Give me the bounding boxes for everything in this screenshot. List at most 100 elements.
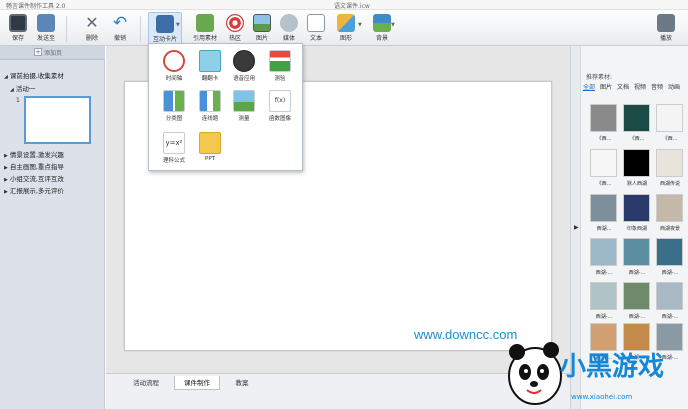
file-title: 语文课件.icw [334,3,370,10]
material-thumbnail[interactable] [623,238,650,266]
tab-courseware[interactable]: 课件制作 [174,376,220,390]
material-tab[interactable]: 视频 [634,82,646,91]
menu-item-ppt[interactable]: PPT [193,132,227,162]
interactive-card-button[interactable]: 互动卡片 [148,12,182,44]
undo-button[interactable]: ↶ 撤销 [106,12,134,44]
cite-material-label: 引用素材 [192,35,217,42]
image-label: 图片 [255,35,268,42]
undo-icon: ↶ [112,13,128,33]
material-panel-title: 推荐素材: [586,74,613,81]
shape-button[interactable]: 图形 [330,12,362,44]
flip-card-icon [199,50,221,72]
material-caption: 西湖-... [595,314,613,320]
collapse-arrow-icon: ▶ [4,165,8,171]
material-caption: 《西... [596,181,612,187]
outline-subitem[interactable]: ◢ 活动一 [10,83,35,93]
material-thumbnail[interactable] [656,194,683,222]
menu-item-label: 理科公式 [162,158,185,164]
outline-item[interactable]: ▶ 情景设置,激发兴趣 [4,149,64,159]
material-thumbnail[interactable] [656,149,683,177]
material-thumbnail[interactable] [590,282,617,310]
outline-item[interactable]: ◢ 课前拍摄,收集素材 [4,70,64,80]
material-tab[interactable]: 图片 [600,82,612,91]
menu-item-classify[interactable]: 分类图 [157,90,191,122]
background-label: 背景 [375,35,388,42]
material-caption: 印象西湖 [626,226,647,232]
menu-item-timeline[interactable]: 时间轴 [157,50,191,82]
material-thumbnail[interactable] [656,282,683,310]
material-thumbnail[interactable] [623,194,650,222]
material-thumbnail[interactable] [590,238,617,266]
page-thumbnail[interactable] [24,96,91,144]
outline-item-label: 课前拍摄,收集素材 [9,72,64,80]
background-button[interactable]: 背景 [366,12,398,44]
menu-item-quiz[interactable]: 测验 [263,50,297,82]
material-tab[interactable]: 音频 [651,82,663,91]
quiz-icon [269,50,291,72]
menu-item-function-graph[interactable]: f(x) 函数图像 [263,90,297,122]
tab-lesson-plan[interactable]: 教案 [224,376,260,390]
play-button[interactable]: 播放 [652,12,680,44]
menu-item-formula[interactable]: y=x² 理科公式 [157,132,191,164]
collapse-arrow-icon: ▶ [4,189,8,195]
add-page-button[interactable]: + 添加页 [0,46,105,60]
toolbar-divider [140,16,141,42]
play-icon [657,14,675,32]
page-number: 1 [16,97,20,104]
material-tab[interactable]: 动画 [668,82,680,91]
material-caption: 默人西湖 [626,181,647,187]
hotspot-button[interactable]: 热区 [221,12,249,44]
delete-button[interactable]: ✕ 删除 [78,12,106,44]
outline-item-label: 小组交流,互评互改 [9,175,64,183]
material-thumbnail[interactable] [623,104,650,132]
chevron-down-icon[interactable]: ▼ [358,22,362,28]
toolbar-divider [66,16,67,42]
material-caption: 西湖传说 [659,181,680,187]
menu-item-flip-card[interactable]: 翻翻卡 [193,50,227,82]
chevron-down-icon[interactable]: ▼ [176,22,180,28]
collapse-arrow-icon: ▶ [4,177,8,183]
watermark-text: www.downcc.com [414,327,518,342]
material-tab[interactable]: 全部 [583,82,595,91]
menu-item-match-lines[interactable]: 连线题 [193,90,227,122]
material-thumbnail[interactable] [656,238,683,266]
shape-label: 图形 [339,35,352,42]
material-thumbnail[interactable] [590,194,617,222]
material-thumbnail[interactable] [590,149,617,177]
match-lines-icon [199,90,221,112]
plus-icon: + [34,48,42,56]
menu-item-measure[interactable]: 测量 [227,90,261,122]
panda-mascot-icon [508,342,562,405]
chevron-down-icon[interactable]: ▼ [391,22,395,28]
menu-item-voice[interactable]: 语音应用 [227,50,261,82]
material-thumbnail[interactable] [623,149,650,177]
material-caption: 西湖-... [628,314,646,320]
delete-label: 删除 [85,35,98,42]
outline-item[interactable]: ▶ 汇报展示,多元评价 [4,185,64,195]
headset-icon [233,50,255,72]
image-button[interactable]: 图片 [248,12,276,44]
outline-sidebar: + 添加页 ◢ 课前拍摄,收集素材 ◢ 活动一 1 ▶ 情景设置,激发兴趣 ▶ 自主画图… [0,46,105,409]
material-thumbnail[interactable] [656,104,683,132]
expand-arrow-icon: ◢ [10,87,14,93]
media-button[interactable]: 媒体 [275,12,303,44]
outline-item[interactable]: ▶ 自主画图,重点指导 [4,161,64,171]
ppt-icon [199,132,221,154]
publish-button[interactable]: 发送至 [32,12,60,44]
text-button[interactable]: 文本 [302,12,330,44]
outline-item[interactable]: ▶ 小组交流,互评互改 [4,173,64,183]
menu-item-label: 翻翻卡 [201,76,219,82]
tab-activity-flow[interactable]: 活动流程 [124,376,168,390]
material-thumbnail[interactable] [590,104,617,132]
interactive-card-menu: 时间轴 翻翻卡 语音应用 测验 分类图 连线题 测量 f(x) 函数图像 y=x… [148,43,303,171]
material-tab[interactable]: 文档 [617,82,629,91]
material-caption: 西湖-... [628,270,646,276]
floppy-disk-icon [9,14,27,32]
collapse-arrow-icon: ▶ [574,224,579,231]
save-button[interactable]: 保存 [4,12,32,44]
material-thumbnail[interactable] [623,282,650,310]
undo-label: 撤销 [113,35,126,42]
collapse-arrow-icon: ▶ [4,153,8,159]
material-caption: 西湖-... [595,270,613,276]
cite-material-button[interactable]: 引用素材 [189,12,221,44]
